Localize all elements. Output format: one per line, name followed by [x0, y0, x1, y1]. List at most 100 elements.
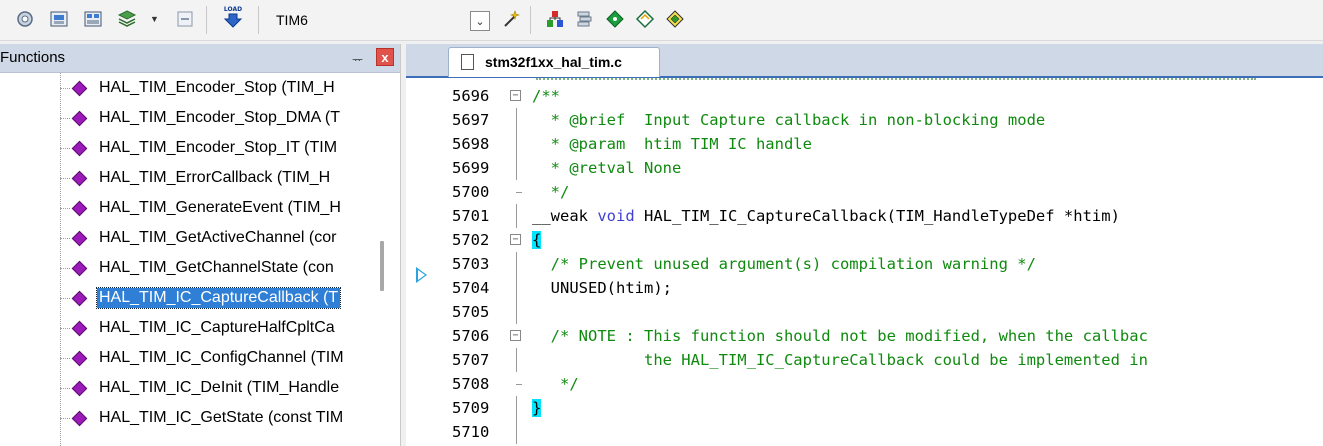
load-download-icon[interactable]: LOAD [222, 6, 244, 28]
line-number: 5699 [452, 159, 490, 177]
fold-guide-line [516, 396, 517, 420]
line-number: 5709 [452, 399, 490, 417]
function-list-item[interactable]: HAL_TIM_Encoder_Stop (TIM_H [60, 75, 372, 101]
layers-icon[interactable] [574, 8, 596, 30]
translate-icon[interactable] [174, 8, 196, 30]
function-diamond-icon [71, 260, 88, 277]
code-line: 5709} [406, 396, 1323, 420]
function-list-item[interactable]: HAL_TIM_IC_GetState (const TIM [60, 405, 372, 431]
function-list-item[interactable]: HAL_TIM_IC_CaptureHalfCpltCa [60, 315, 372, 341]
code-line: 5703 /* Prevent unused argument(s) compi… [406, 252, 1323, 276]
fold-guide-line [516, 252, 517, 276]
code-line: 5706 − /* NOTE : This function should not… [406, 324, 1323, 348]
manage-components-icon[interactable] [116, 8, 138, 30]
line-number: 5697 [452, 111, 490, 129]
code-text: */ [532, 372, 579, 396]
build-target-icon[interactable] [48, 8, 70, 30]
code-token: * @retval None [532, 159, 682, 177]
function-diamond-icon [71, 110, 88, 127]
code-text: __weak void HAL_TIM_IC_CaptureCallback(T… [532, 204, 1120, 228]
code-token: the HAL_TIM_IC_CaptureCallback could be … [532, 351, 1148, 369]
code-text: /* Prevent unused argument(s) compilatio… [532, 252, 1036, 276]
function-diamond-icon [71, 350, 88, 367]
fold-guide-line [516, 204, 517, 228]
file-icon [461, 54, 474, 70]
settings-gear-icon[interactable] [14, 8, 36, 30]
code-token: * @brief Input Capture callback in non-b… [532, 111, 1046, 129]
code-text: /* NOTE : This function should not be mo… [532, 324, 1148, 348]
tree-connector [60, 178, 70, 179]
tree-connector [60, 238, 70, 239]
diamond-grid-icon[interactable] [664, 8, 686, 30]
tab-stm32f1xx-hal-tim-c[interactable]: stm32f1xx_hal_tim.c [448, 47, 660, 77]
diamond-outline-icon[interactable] [634, 8, 656, 30]
fold-toggle-icon[interactable]: − [510, 330, 521, 341]
code-editor[interactable]: 5696−/** 5697 * @brief Input Capture call… [406, 78, 1323, 446]
code-text: */ [532, 180, 570, 204]
code-token: { [532, 231, 542, 249]
code-token: */ [532, 375, 579, 393]
function-list-item[interactable]: HAL_TIM_ErrorCallback (TIM_H [60, 165, 372, 191]
batch-build-icon[interactable] [82, 8, 104, 30]
code-line: 5710 [406, 420, 1323, 444]
tree-connector [60, 88, 70, 89]
function-list-item[interactable]: HAL_TIM_IC_DeInit (TIM_Handle [60, 375, 372, 401]
toolbar-separator [258, 6, 259, 34]
fold-toggle-icon[interactable]: − [510, 90, 521, 101]
target-name-label[interactable]: TIM6 [276, 12, 308, 28]
chevron-down-icon[interactable]: ▼ [150, 14, 159, 24]
code-token: } [532, 399, 542, 417]
code-text: /** [532, 84, 560, 108]
fold-guide-line [516, 276, 517, 300]
fold-guide-line [516, 300, 517, 324]
function-diamond-icon [71, 140, 88, 157]
function-list-item[interactable]: HAL_TIM_IC_ConfigChannel (TIM [60, 345, 372, 371]
code-line: 5707 the HAL_TIM_IC_CaptureCallback coul… [406, 348, 1323, 372]
function-list-item[interactable]: HAL_TIM_GetChannelState (con [60, 255, 372, 281]
code-token: UNUSED(htim); [532, 279, 672, 297]
fold-guide-line [516, 108, 517, 132]
function-label: HAL_TIM_Encoder_Stop_DMA (T [99, 109, 340, 126]
line-number: 5707 [452, 351, 490, 369]
function-list-item[interactable]: HAL_TIM_Encoder_Stop_DMA (T [60, 105, 372, 131]
target-dropdown-icon[interactable]: ⌄ [470, 11, 490, 31]
code-token: void [597, 207, 635, 225]
tree-connector [60, 328, 70, 329]
fold-guide-line [516, 132, 517, 156]
magic-wand-icon[interactable] [500, 8, 522, 30]
pack-installer-icon[interactable] [544, 8, 566, 30]
line-number: 5706 [452, 327, 490, 345]
scrollbar-thumb[interactable] [380, 241, 384, 291]
code-line: 5704 UNUSED(htim); [406, 276, 1323, 300]
pin-icon[interactable]: ᅲ [352, 51, 363, 68]
function-list-item[interactable]: HAL_TIM_Encoder_Stop_IT (TIM [60, 135, 372, 161]
editor-tabstrip: stm32f1xx_hal_tim.c [406, 44, 1323, 78]
close-icon[interactable]: x [376, 48, 394, 66]
code-text: * @param htim TIM IC handle [532, 132, 812, 156]
green-diamond-icon[interactable] [604, 8, 626, 30]
function-diamond-icon [71, 200, 88, 217]
code-token: /* NOTE : This function should not be mo… [532, 327, 1148, 345]
code-line: 5708 */ [406, 372, 1323, 396]
line-number: 5705 [452, 303, 490, 321]
code-text: the HAL_TIM_IC_CaptureCallback could be … [532, 348, 1148, 372]
function-label: HAL_TIM_GenerateEvent (TIM_H [99, 199, 341, 216]
toolbar-separator [206, 6, 207, 34]
vertical-scrollbar[interactable] [374, 73, 398, 446]
svg-text:LOAD: LOAD [224, 6, 242, 13]
function-diamond-icon [71, 80, 88, 97]
function-list-item[interactable]: HAL_TIM_IC_CaptureCallback (T [60, 285, 372, 311]
fold-toggle-icon[interactable]: − [510, 234, 521, 245]
line-number: 5702 [452, 231, 490, 249]
function-label: HAL_TIM_IC_GetState (const TIM [99, 409, 344, 426]
function-list-item[interactable]: HAL_TIM_GenerateEvent (TIM_H [60, 195, 372, 221]
function-list-item[interactable]: HAL_TIM_GetActiveChannel (cor [60, 225, 372, 251]
function-diamond-icon [71, 170, 88, 187]
code-token: */ [532, 183, 570, 201]
function-label: HAL_TIM_GetChannelState (con [99, 259, 334, 276]
function-diamond-icon [71, 230, 88, 247]
function-label: HAL_TIM_GetActiveChannel (cor [99, 229, 337, 246]
fold-guide-line [516, 156, 517, 180]
code-line: 5699 * @retval None [406, 156, 1323, 180]
tree-connector [60, 148, 70, 149]
